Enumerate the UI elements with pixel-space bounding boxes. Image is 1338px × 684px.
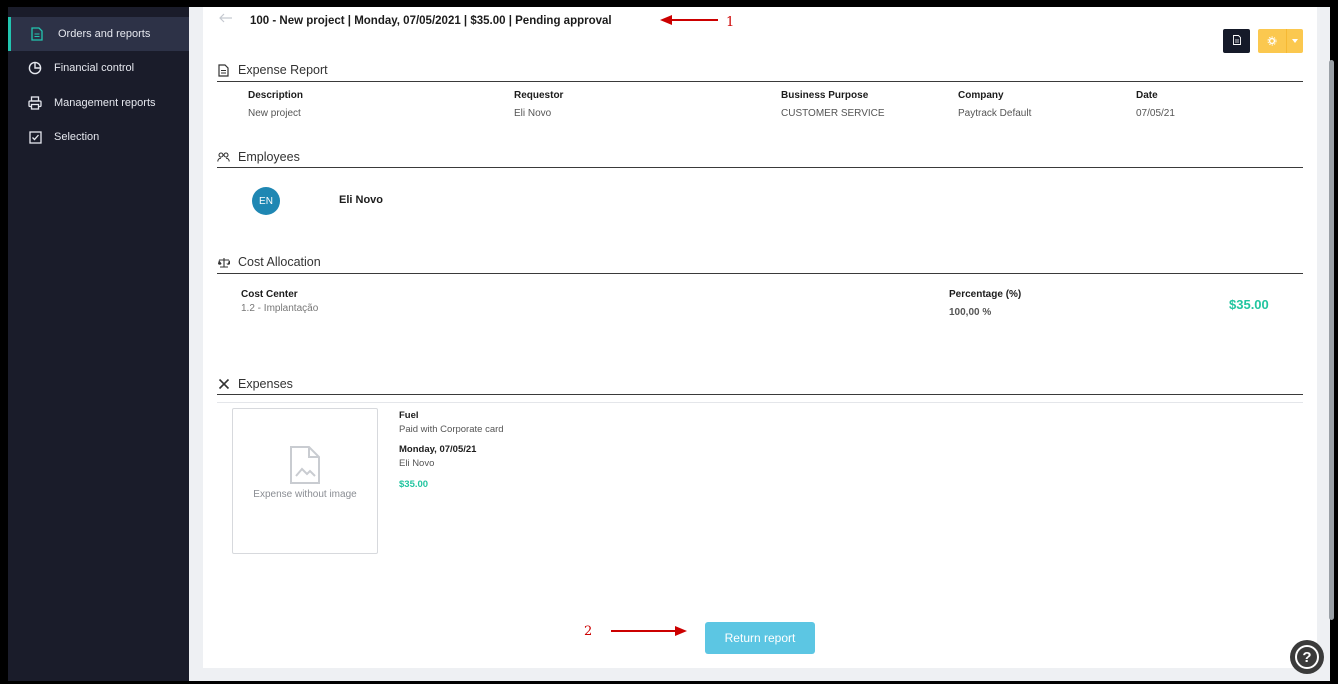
expense-image-placeholder[interactable]: Expense without image [232,408,378,554]
gear-icon [1258,29,1286,53]
section-title-cost-allocation: Cost Allocation [217,255,321,269]
column-header-date: Date [1136,90,1158,101]
avatar: EN [252,187,280,215]
divider [217,394,1303,395]
expense-amount: $35.00 [399,479,429,490]
checkbox-icon [28,130,42,144]
column-header-requestor: Requestor [514,90,564,101]
sidebar: Orders and reports Financial control Man… [8,7,189,681]
sidebar-item-financial-control[interactable]: Financial control [8,51,189,85]
expense-person: Eli Novo [399,458,435,469]
pie-chart-icon [28,61,42,75]
expense-date: Monday, 07/05/21 [399,444,477,455]
percentage-value: 100,00 % [949,307,992,318]
column-header-company: Company [958,90,1004,101]
settings-dropdown-button[interactable] [1258,29,1303,53]
document-icon [217,63,230,77]
value-company: Paytrack Default [958,108,1032,119]
chevron-down-icon [1286,29,1303,53]
annotation-label-1: 1 [726,15,735,30]
document-icon [1232,32,1241,50]
divider [217,402,1303,403]
percentage-label: Percentage (%) [949,289,1022,300]
cost-center-label: Cost Center [241,289,298,300]
people-icon [217,151,230,164]
document-icon [30,27,44,41]
sidebar-item-label: Financial control [54,62,135,74]
section-title-label: Employees [238,150,300,164]
value-requestor: Eli Novo [514,108,552,119]
section-title-label: Cost Allocation [238,255,321,269]
sidebar-item-management-reports[interactable]: Management reports [8,86,189,120]
image-file-icon [289,445,321,485]
column-header-business-purpose: Business Purpose [781,90,869,101]
sidebar-item-orders-and-reports[interactable]: Orders and reports [8,17,189,51]
help-button[interactable]: ? [1290,640,1324,674]
section-title-expense-report: Expense Report [217,63,328,77]
sidebar-item-label: Selection [54,131,100,143]
section-title-label: Expense Report [238,63,328,77]
main-panel [203,7,1317,668]
sidebar-item-selection[interactable]: Selection [8,120,189,154]
return-report-button[interactable]: Return report [705,622,815,654]
help-icon: ? [1295,645,1319,669]
section-title-label: Expenses [238,377,293,391]
value-description: New project [248,108,301,119]
annotation-arrow-2 [611,626,687,636]
export-pdf-button[interactable] [1223,29,1250,53]
allocation-amount: $35.00 [1229,297,1269,312]
section-title-employees: Employees [217,150,300,164]
value-date: 07/05/21 [1136,108,1175,119]
divider [217,273,1303,274]
sidebar-item-label: Orders and reports [58,28,151,40]
annotation-label-2: 2 [584,624,593,639]
cost-center-value: 1.2 - Implantação [241,303,319,314]
annotation-arrow-1 [660,15,718,25]
section-title-expenses: Expenses [217,377,293,391]
expense-category: Fuel [399,410,419,421]
column-header-description: Description [248,90,304,101]
sidebar-item-label: Management reports [54,97,156,109]
employee-name: Eli Novo [339,194,384,206]
tools-icon [217,378,230,391]
printer-icon [28,96,42,110]
value-business-purpose: CUSTOMER SERVICE [781,108,885,119]
no-image-text: Expense without image [253,489,357,500]
page-title: 100 - New project | Monday, 07/05/2021 |… [250,15,612,27]
divider [217,81,1303,82]
divider [217,167,1303,168]
back-arrow-icon[interactable] [218,10,234,26]
scale-icon [217,256,230,269]
expense-payment-method: Paid with Corporate card [399,424,504,435]
scrollbar[interactable] [1329,60,1334,620]
